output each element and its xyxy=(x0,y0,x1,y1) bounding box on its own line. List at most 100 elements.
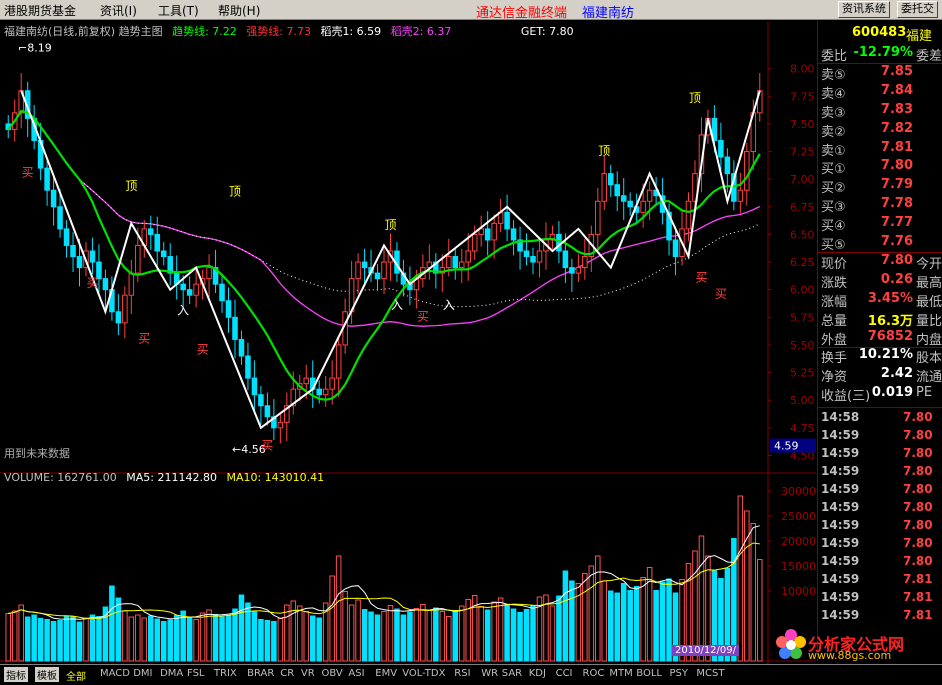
candle-body xyxy=(646,189,653,202)
quote-value: 10.21% xyxy=(858,347,913,363)
tick-price: 7.80 xyxy=(903,428,933,443)
quote-value: 76852 xyxy=(867,328,913,344)
tab-indicator-trix[interactable]: TRIX xyxy=(214,668,237,679)
tab-indicator-roc[interactable]: ROC xyxy=(583,668,605,679)
quote-value: 7.78 xyxy=(880,196,913,212)
menu-bar: 港股期货基金 资讯(I) 工具(T) 帮助(H) 通达信金融终端 福建南纺 资讯… xyxy=(0,0,942,21)
volume-tick-label: 15000 xyxy=(781,560,816,573)
quote-label: 净资 xyxy=(821,370,848,386)
candle-body xyxy=(744,151,750,191)
volume-bar xyxy=(225,615,232,662)
quote-extra-label: 内盘 xyxy=(916,332,942,348)
candle-body xyxy=(303,377,310,385)
chart-area[interactable]: 8.00 7.75 7.50 7.25 7.00 6.75 6.50 6.25 6.00 5.75… xyxy=(0,21,816,664)
tab-indicator-macd[interactable]: MACD xyxy=(100,668,130,679)
price-tick-label: 5.75 xyxy=(790,311,815,324)
top-signal-label: 顶 xyxy=(384,218,396,232)
volume-bar xyxy=(569,580,575,662)
commission-button[interactable]: 委托交 xyxy=(897,1,938,18)
quote-row: 涨跌 0.26 最高 xyxy=(818,272,942,291)
quote-row: 买③ 7.78 xyxy=(818,196,942,215)
candle-body xyxy=(115,311,122,324)
candle-body xyxy=(232,316,238,340)
tab-indicator-mcst[interactable]: MCST xyxy=(696,668,724,679)
candle-body xyxy=(322,388,329,396)
quote-label: 卖① xyxy=(821,143,846,159)
volume-bar xyxy=(173,615,180,662)
tab-indicator-asi[interactable]: ASI xyxy=(348,668,364,679)
tick-time: 14:59 xyxy=(821,500,860,515)
quote-value: 7.77 xyxy=(880,215,913,231)
menu-tools[interactable]: 工具(T) xyxy=(158,2,199,19)
volume-bar xyxy=(342,591,348,662)
tab-indicator-fsl[interactable]: FSL xyxy=(187,668,205,679)
tab-indicator-dma[interactable]: DMA xyxy=(160,668,183,679)
volume-bar xyxy=(517,612,523,662)
quote-extra-label: 今开 xyxy=(916,256,942,272)
info-system-button[interactable]: 资讯系统 xyxy=(838,1,890,18)
candle-body xyxy=(446,256,452,269)
volume-bar xyxy=(601,580,608,662)
tab-indicator-cci[interactable]: CCI xyxy=(556,668,573,679)
quote-row: 卖④ 7.84 xyxy=(818,83,942,102)
kline-chart[interactable]: 8.00 7.75 7.50 7.25 7.00 6.75 6.50 6.25 6.00 5.75… xyxy=(0,21,816,664)
quote-row: 买⑤ 7.76 xyxy=(818,234,942,253)
candle-body xyxy=(148,228,154,235)
tick-price: 7.80 xyxy=(903,554,933,569)
volume-bar xyxy=(212,614,219,662)
app-title: 通达信金融终端 xyxy=(476,6,568,21)
tab-indicator-wr[interactable]: WR xyxy=(481,668,498,679)
volume-bar xyxy=(744,510,750,662)
quote-value: 0.019 xyxy=(871,385,913,401)
volume-bar xyxy=(640,577,646,662)
quote-label: 现价 xyxy=(821,256,848,272)
tab-indicator-psy[interactable]: PSY xyxy=(670,668,689,679)
volume-bar xyxy=(135,614,141,662)
candle-body xyxy=(458,261,465,269)
tab-indicator-vol-tdx[interactable]: VOL-TDX xyxy=(402,668,445,679)
tab-indicator-boll[interactable]: BOLL xyxy=(636,668,662,679)
strong-line-label: 强势线: 7.73 xyxy=(246,25,311,38)
tab-indicator-cr[interactable]: CR xyxy=(280,668,294,679)
tab-indicator-mtm[interactable]: MTM xyxy=(609,668,632,679)
candle-body xyxy=(530,256,536,263)
quote-row: 收益(三) 0.019 PE xyxy=(818,385,942,404)
quote-row: 现价 7.80 今开 xyxy=(818,253,942,272)
tab-indicator-rsi[interactable]: RSI xyxy=(454,668,470,679)
menu-hk-futures[interactable]: 港股期货基金 xyxy=(4,2,76,19)
volume-bar xyxy=(199,612,206,662)
candle-body xyxy=(582,256,588,269)
tick-price: 7.81 xyxy=(903,572,933,587)
tab-indicator-emv[interactable]: EMV xyxy=(375,668,397,679)
volume-bar xyxy=(167,619,173,662)
candle-body xyxy=(316,388,322,396)
tab-template[interactable]: 模板 xyxy=(35,667,59,682)
volume-bar xyxy=(284,604,290,662)
volume-bar xyxy=(141,617,148,662)
buy-signal-label: 买 xyxy=(695,271,707,285)
tick-price: 7.80 xyxy=(903,482,933,497)
tab-indicator-kdj[interactable]: KDJ xyxy=(529,668,546,679)
menu-info[interactable]: 资讯(I) xyxy=(100,2,137,19)
get-label: GET: 7.80 xyxy=(520,25,574,38)
quote-label: 涨幅 xyxy=(821,294,848,310)
tick-row: 14:59 7.81 xyxy=(818,608,942,626)
quote-row: 净资 2.42 流通 xyxy=(818,366,942,386)
candle-body xyxy=(57,206,63,230)
candle-body xyxy=(264,405,271,418)
tab-indicator-brar[interactable]: BRAR xyxy=(247,668,274,679)
volume-bar xyxy=(206,609,212,662)
tab-all[interactable]: 全部 xyxy=(66,668,86,683)
tick-time: 14:59 xyxy=(821,428,860,443)
candle-body xyxy=(510,228,517,241)
tab-indicator-vr[interactable]: VR xyxy=(301,668,315,679)
tab-indicator-obv[interactable]: OBV xyxy=(322,668,343,679)
tab-indicator-sar[interactable]: SAR xyxy=(502,668,522,679)
volume-bar xyxy=(303,611,310,662)
volume-header: VOLUME: 162761.00 MA5: 211142.80 MA10: 1… xyxy=(4,471,330,484)
menu-help[interactable]: 帮助(H) xyxy=(218,2,260,19)
quote-row: 涨幅 3.45% 最低 xyxy=(818,291,942,310)
tab-indicator[interactable]: 指标 xyxy=(4,667,28,682)
tab-indicator-dmi[interactable]: DMI xyxy=(133,668,152,679)
quote-panel: 600483 福建 委比 -12.79% 委差 卖⑤ 7.85 卖④ 7.84 卖③ 7.83 卖… xyxy=(817,21,942,661)
